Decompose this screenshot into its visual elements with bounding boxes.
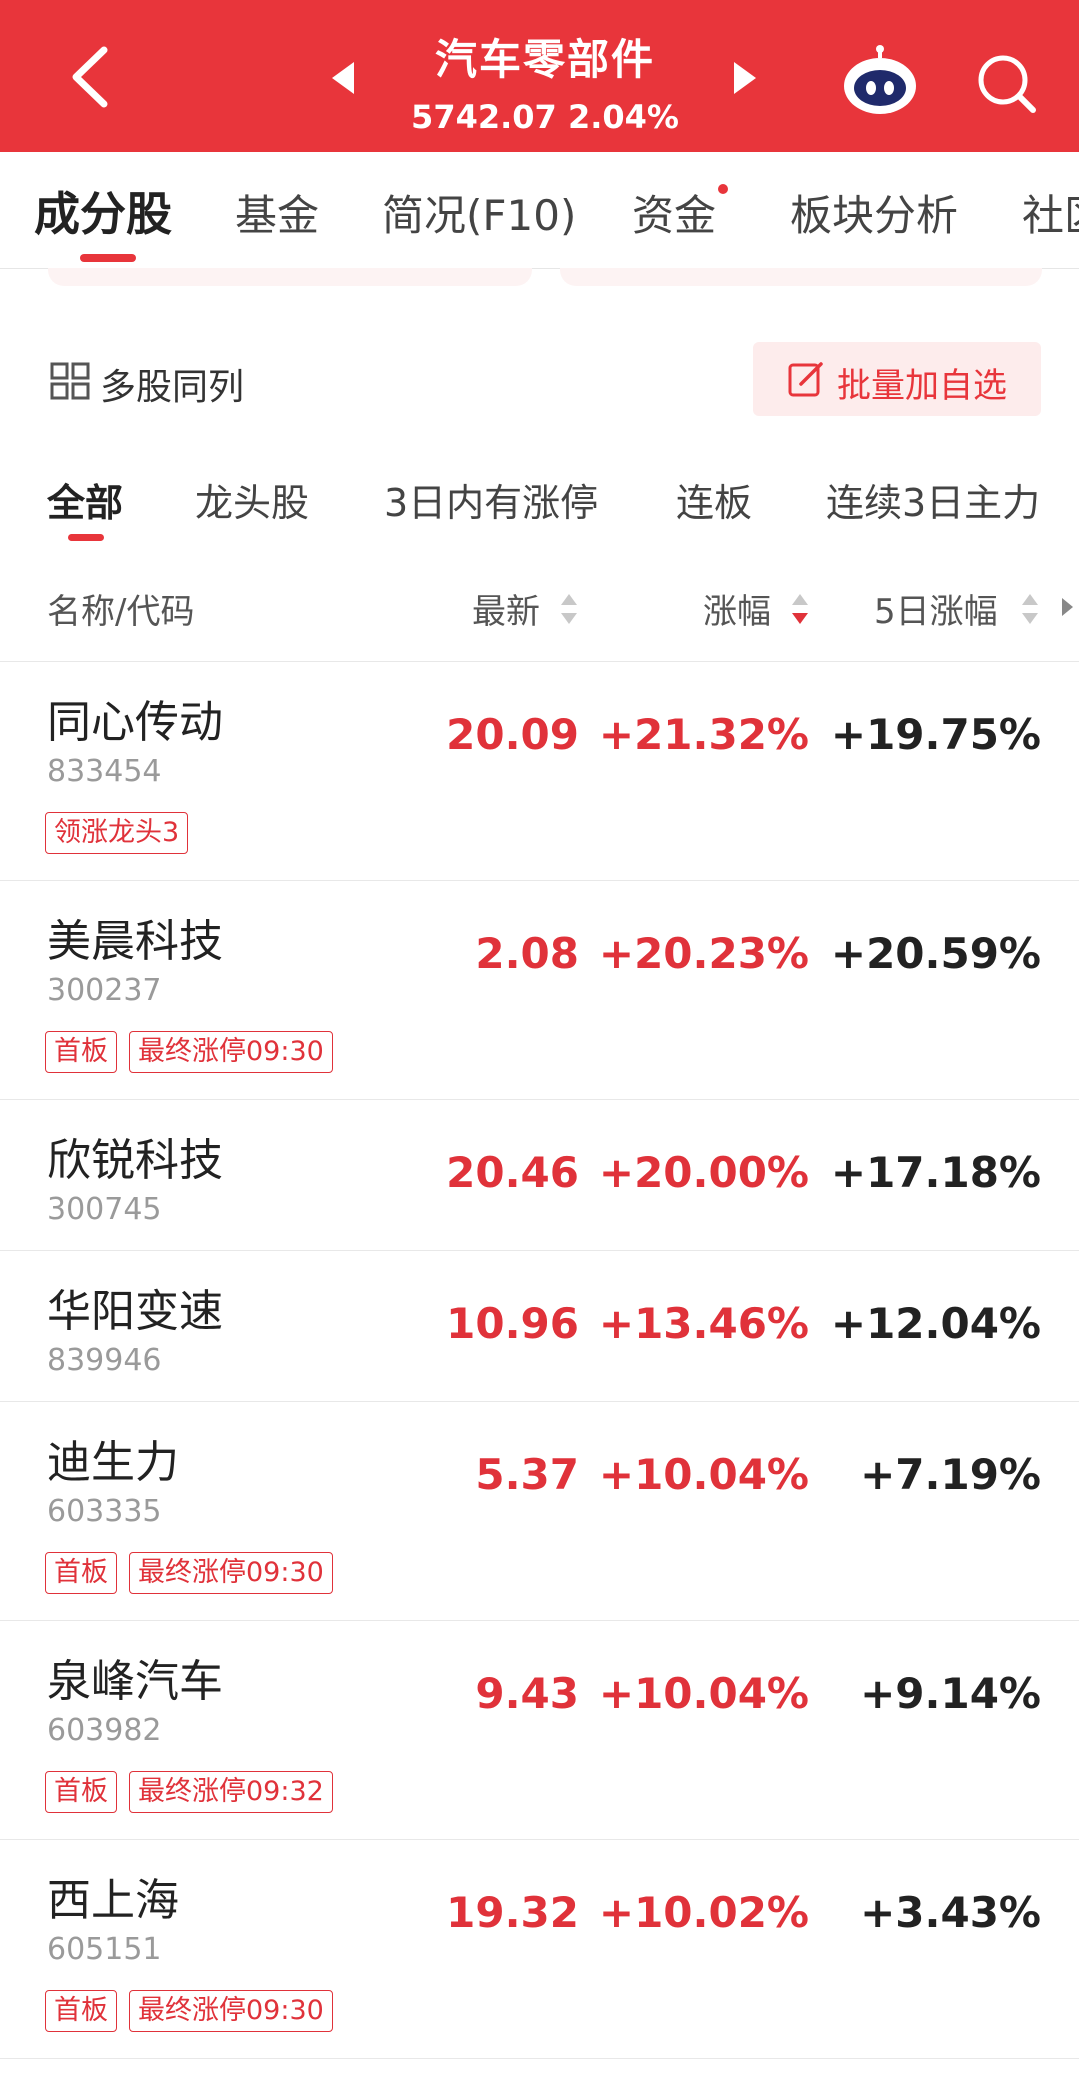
filter-all[interactable]: 全部	[47, 472, 123, 527]
back-icon[interactable]	[62, 42, 122, 112]
tag-list: 首板 最终涨停09:30	[45, 1552, 333, 1594]
table-row[interactable]: 华阳变速 839946 10.96 +13.46% +12.04%	[0, 1251, 1079, 1401]
tab-constituents[interactable]: 成分股	[34, 178, 172, 244]
robot-assistant-icon[interactable]	[840, 44, 920, 116]
change-5d-percent: +3.43%	[860, 1888, 1041, 1937]
change-percent: +13.46%	[598, 1299, 809, 1348]
filter-leaders[interactable]: 龙头股	[195, 472, 309, 527]
change-percent: +10.04%	[598, 1669, 809, 1718]
status-badge: 首板	[45, 1031, 117, 1073]
stock-code: 300237	[47, 973, 162, 1008]
status-badge: 最终涨停09:30	[129, 1990, 333, 2032]
stock-code: 603335	[47, 1494, 162, 1529]
index-quote: 5742.07 2.04%	[380, 98, 710, 136]
sort-descending-icon[interactable]	[791, 592, 809, 626]
column-change[interactable]: 涨幅	[703, 584, 771, 633]
tag-list: 首板 最终涨停09:30	[45, 1990, 333, 2032]
active-tab-indicator	[80, 254, 136, 262]
latest-price: 5.37	[475, 1450, 579, 1499]
change-percent: +10.02%	[598, 1888, 809, 1937]
change-5d-percent: +7.19%	[860, 1450, 1041, 1499]
status-badge: 最终涨停09:30	[129, 1031, 333, 1073]
stock-name: 美晨科技	[47, 916, 223, 967]
column-latest[interactable]: 最新	[472, 584, 540, 633]
more-columns-icon[interactable]	[1062, 598, 1073, 616]
filter-limit-up-3d[interactable]: 3日内有涨停	[384, 472, 598, 527]
stock-code: 605151	[47, 1932, 162, 1967]
table-row[interactable]: 欣锐科技 300745 20.46 +20.00% +17.18%	[0, 1100, 1079, 1250]
sector-tabs: 成分股 基金 简况(F10) 资金 板块分析 社区	[0, 152, 1079, 269]
stock-code: 603982	[47, 1713, 162, 1748]
column-change-5d[interactable]: 5日涨幅	[874, 584, 998, 633]
tag-list: 首板 最终涨停09:30	[45, 1031, 333, 1073]
status-badge: 领涨龙头3	[45, 812, 189, 854]
page-title: 汽车零部件	[434, 35, 655, 84]
grid-icon[interactable]	[50, 362, 90, 400]
sort-icon[interactable]	[1021, 592, 1039, 626]
tag-list: 领涨龙头3	[45, 812, 189, 854]
index-value: 5742.07	[411, 98, 557, 136]
column-name-code: 名称/代码	[47, 592, 195, 632]
filter-consecutive-board[interactable]: 连板	[676, 472, 752, 527]
latest-price: 9.43	[475, 1669, 579, 1718]
change-percent: +20.00%	[598, 1148, 809, 1197]
tab-overview[interactable]: 简况(F10)	[382, 182, 576, 243]
change-percent: +10.04%	[598, 1450, 809, 1499]
notification-dot	[718, 184, 728, 194]
latest-price: 2.08	[475, 929, 579, 978]
latest-price: 20.09	[446, 710, 579, 759]
change-5d-percent: +17.18%	[830, 1148, 1041, 1197]
status-badge: 最终涨停09:32	[129, 1771, 333, 1813]
index-change: 2.04%	[567, 98, 679, 136]
stock-code: 300745	[47, 1192, 162, 1227]
stock-name: 泉峰汽车	[47, 1656, 223, 1707]
change-5d-percent: +19.75%	[830, 710, 1041, 759]
filter-main-force-3d[interactable]: 连续3日主力	[826, 472, 1040, 527]
status-badge: 最终涨停09:30	[129, 1552, 333, 1594]
stock-name: 同心传动	[47, 697, 223, 748]
latest-price: 19.32	[446, 1888, 579, 1937]
edit-icon	[788, 362, 823, 397]
search-icon[interactable]	[975, 52, 1037, 114]
stock-code: 833454	[47, 754, 162, 789]
status-badge: 首板	[45, 1771, 117, 1813]
table-row[interactable]: 泉峰汽车 603982 9.43 +10.04% +9.14% 首板 最终涨停09:32	[0, 1621, 1079, 1839]
stock-name: 欣锐科技	[47, 1135, 223, 1186]
card-remnant	[560, 268, 1042, 286]
change-5d-percent: +20.59%	[830, 929, 1041, 978]
next-sector-icon[interactable]	[734, 62, 756, 94]
tab-capital[interactable]: 资金	[632, 182, 716, 243]
status-badge: 首板	[45, 1990, 117, 2032]
stock-name: 西上海	[47, 1875, 179, 1926]
change-5d-percent: +9.14%	[860, 1669, 1041, 1718]
divider	[0, 2058, 1079, 2059]
tab-funds[interactable]: 基金	[235, 182, 319, 243]
multi-stock-view-button[interactable]: 多股同列	[100, 358, 244, 410]
tab-sector-analysis[interactable]: 板块分析	[790, 182, 958, 243]
batch-add-watchlist-button[interactable]: 批量加自选	[753, 342, 1041, 416]
card-remnant	[48, 268, 532, 286]
stock-code: 839946	[47, 1343, 162, 1378]
stock-name: 华阳变速	[47, 1286, 223, 1337]
change-percent: +21.32%	[598, 710, 809, 759]
sort-icon[interactable]	[560, 592, 578, 626]
active-filter-indicator	[68, 534, 104, 541]
change-5d-percent: +12.04%	[830, 1299, 1041, 1348]
table-row[interactable]: 迪生力 603335 5.37 +10.04% +7.19% 首板 最终涨停09:30	[0, 1402, 1079, 1620]
top-bar: 汽车零部件 5742.07 2.04%	[0, 0, 1079, 152]
previous-sector-icon[interactable]	[332, 62, 354, 94]
tab-community[interactable]: 社区	[1022, 182, 1079, 243]
change-percent: +20.23%	[598, 929, 809, 978]
latest-price: 10.96	[446, 1299, 579, 1348]
table-row[interactable]: 西上海 605151 19.32 +10.02% +3.43% 首板 最终涨停09:30	[0, 1840, 1079, 2058]
latest-price: 20.46	[446, 1148, 579, 1197]
status-badge: 首板	[45, 1552, 117, 1594]
stock-name: 迪生力	[47, 1437, 179, 1488]
table-row[interactable]: 同心传动 833454 20.09 +21.32% +19.75% 领涨龙头3	[0, 662, 1079, 880]
tag-list: 首板 最终涨停09:32	[45, 1771, 333, 1813]
table-row[interactable]: 美晨科技 300237 2.08 +20.23% +20.59% 首板 最终涨停09:30	[0, 881, 1079, 1099]
batch-add-label: 批量加自选	[837, 366, 1007, 406]
